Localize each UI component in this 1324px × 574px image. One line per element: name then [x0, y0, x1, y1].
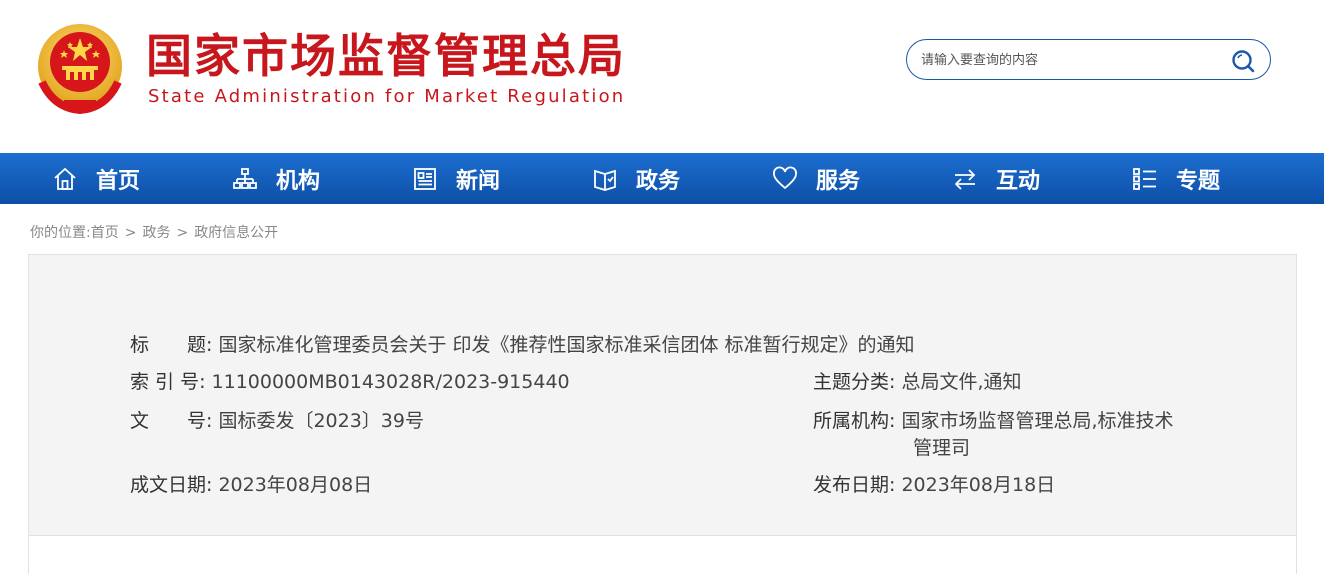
breadcrumb-separator: >	[124, 225, 137, 241]
field-index-label: 索 引 号:	[130, 371, 206, 393]
field-created-date: 成文日期: 2023年08月08日	[130, 472, 372, 498]
nav-item-org[interactable]: 机构	[232, 153, 320, 204]
nav-item-interact[interactable]: 互动	[952, 153, 1040, 204]
breadcrumb-prefix: 你的位置:	[30, 225, 91, 241]
site-header: 国家市场监督管理总局 State Administration for Mark…	[0, 0, 1324, 153]
exchange-arrows-icon	[954, 168, 976, 190]
field-category: 主题分类: 总局文件,通知	[813, 369, 1022, 395]
document-info-panel: 标 题: 国家标准化管理委员会关于 印发《推荐性国家标准采信团体 标准暂行规定》…	[28, 254, 1297, 536]
field-doc-number: 文 号: 国标委发〔2023〕39号	[130, 408, 424, 434]
heart-icon	[773, 166, 797, 189]
field-org-label: 所属机构:	[813, 410, 896, 432]
field-title-value: 国家标准化管理委员会关于 印发《推荐性国家标准采信团体 标准暂行规定》的通知	[218, 334, 915, 356]
nav-label-topics: 专题	[1176, 168, 1221, 194]
nav-item-affairs[interactable]: 政务	[592, 153, 680, 204]
nav-item-services[interactable]: 服务	[772, 153, 860, 204]
field-title: 标 题: 国家标准化管理委员会关于 印发《推荐性国家标准采信团体 标准暂行规定》…	[130, 332, 915, 358]
newspaper-icon	[414, 167, 436, 190]
breadcrumb-gov-info-link[interactable]: 政府信息公开	[194, 225, 278, 241]
breadcrumb-home-link[interactable]: 首页	[91, 225, 119, 241]
field-index-value: 11100000MB0143028R/2023-915440	[211, 371, 570, 393]
field-category-value: 总局文件,通知	[901, 371, 1022, 393]
book-icon	[594, 169, 616, 191]
field-category-label: 主题分类:	[813, 371, 896, 393]
field-org-value-line2: 管理司	[913, 437, 971, 459]
nav-item-news[interactable]: 新闻	[412, 153, 500, 204]
field-doc-number-label: 文 号:	[130, 410, 213, 432]
nav-label-affairs: 政务	[636, 168, 681, 194]
field-org: 所属机构: 国家市场监督管理总局,标准技术	[813, 408, 1174, 434]
field-published-date-label: 发布日期:	[813, 474, 896, 496]
field-title-label: 标 题:	[130, 334, 213, 356]
home-icon	[54, 167, 76, 190]
field-doc-number-value: 国标委发〔2023〕39号	[218, 410, 424, 432]
nav-label-services: 服务	[816, 168, 861, 194]
field-created-date-value: 2023年08月08日	[218, 474, 373, 496]
national-emblem-logo[interactable]	[34, 22, 126, 116]
field-org-value-line1: 国家市场监督管理总局,标准技术	[901, 410, 1174, 432]
nav-item-topics[interactable]: 专题	[1132, 153, 1220, 204]
nav-label-news: 新闻	[456, 168, 501, 194]
nav-label-interact: 互动	[996, 168, 1041, 194]
search-box	[906, 39, 1271, 80]
breadcrumb-affairs-link[interactable]: 政务	[142, 225, 170, 241]
breadcrumb: 你的位置:首页 > 政务 > 政府信息公开	[30, 222, 278, 242]
search-icon[interactable]	[1230, 48, 1256, 74]
list-icon	[1133, 167, 1156, 190]
field-published-date-value: 2023年08月18日	[901, 474, 1056, 496]
nav-label-home: 首页	[96, 168, 141, 194]
nav-item-home[interactable]: 首页	[52, 153, 140, 204]
field-index: 索 引 号: 11100000MB0143028R/2023-915440	[130, 369, 570, 395]
article-content-area	[28, 536, 1297, 574]
breadcrumb-separator: >	[176, 225, 189, 241]
nav-label-org: 机构	[276, 168, 321, 194]
org-chart-icon	[233, 167, 257, 189]
field-org-continued: 管理司	[913, 435, 970, 461]
site-title: 国家市场监督管理总局	[146, 29, 626, 83]
field-published-date: 发布日期: 2023年08月18日	[813, 472, 1055, 498]
search-input[interactable]	[921, 49, 1221, 71]
site-subtitle-en: State Administration for Market Regulati…	[148, 86, 626, 107]
main-nav: 首页 机构 新闻 政务 服务 互动 专题	[0, 153, 1324, 204]
field-created-date-label: 成文日期:	[130, 474, 213, 496]
